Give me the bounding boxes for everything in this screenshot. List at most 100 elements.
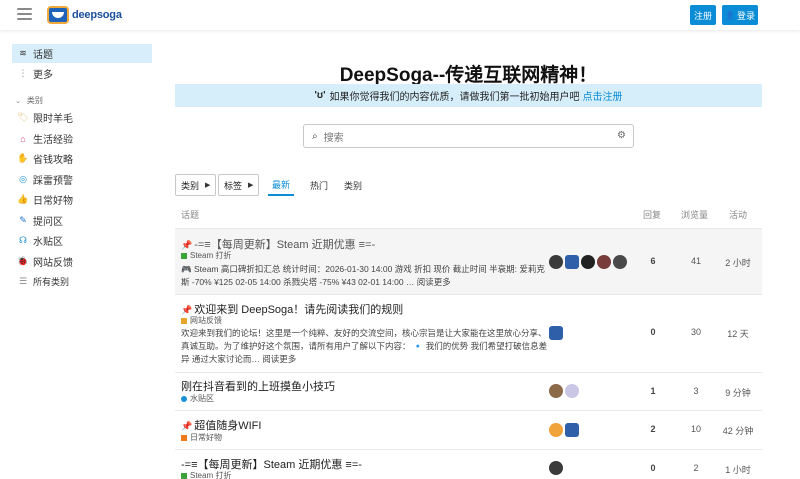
layers-icon: ≋	[19, 48, 27, 58]
topic-category[interactable]: 日常好物	[181, 432, 222, 443]
table-row[interactable]: 📌 -=≡【每周更新】Steam 近期优惠 ≡=- Steam 打折 🎮 Stea…	[175, 229, 762, 294]
table-row[interactable]: -=≡【每周更新】Steam 近期优惠 ≡=- Steam 打折 0 2 1 小…	[175, 450, 762, 479]
bug-icon: 🐞	[17, 256, 29, 266]
category-swatch	[181, 472, 187, 479]
banner-register-link[interactable]: 点击注册	[582, 88, 622, 103]
sidebar-item-category[interactable]: ✎ 提问区	[12, 211, 152, 230]
tags-dropdown-label: 标签	[224, 180, 243, 191]
category-label: 水贴区	[190, 394, 214, 403]
caret-right-icon: ▶	[205, 182, 211, 189]
coupon-icon: 🏷	[17, 112, 29, 122]
sidebar-item-label: 提问区	[33, 217, 63, 228]
search-placeholder: 搜索	[323, 132, 344, 144]
category-swatch	[181, 317, 187, 324]
sidebar-item-all-categories[interactable]: ☰ 所有类别	[12, 272, 152, 291]
avatar[interactable]	[549, 461, 563, 475]
topic-title[interactable]: 刚在抖音看到的上班摸鱼小技巧	[181, 378, 335, 394]
target-icon: ◎	[19, 174, 27, 184]
search-icon: ⌕	[312, 130, 318, 142]
activity-time[interactable]: 1 小时	[721, 463, 755, 476]
avatar[interactable]	[613, 255, 627, 269]
pin-icon: 📌	[181, 421, 193, 431]
sidebar-item-category[interactable]: ◎ 踩雷预警	[12, 170, 152, 189]
sidebar-item-category[interactable]: 👍 日常好物	[12, 190, 152, 209]
table-row[interactable]: 📌 超值随身WIFI 日常好物 2 10 42 分钟	[175, 411, 762, 449]
tab-categories[interactable]: 类别	[344, 174, 362, 196]
signup-button[interactable]: 注册	[690, 5, 716, 25]
user-icon: 👤	[725, 10, 735, 20]
sidebar-item-category[interactable]: ✋ 省钱攻略	[12, 149, 152, 168]
activity-time[interactable]: 9 分钟	[721, 386, 755, 399]
avatar[interactable]	[581, 255, 595, 269]
avatar[interactable]	[549, 384, 563, 398]
topic-excerpt: 🎮 Steam 高口碑折扣汇总 统计时间：2026-01-30 14:00 游戏…	[181, 264, 545, 287]
sidebar-item-topics[interactable]: ≋ 话题	[12, 44, 152, 63]
table-row[interactable]: 📌 欢迎来到 DeepSoga！请先阅读我们的规则 网站反馈 欢迎来到我们的论坛！…	[175, 295, 762, 372]
activity-time[interactable]: 2 小时	[721, 256, 755, 269]
activity-time[interactable]: 42 分钟	[721, 424, 755, 437]
pin-icon: 📌	[181, 305, 193, 315]
column-header-replies: 回复	[643, 210, 662, 220]
site-logo[interactable]: deepsoga	[47, 4, 122, 26]
hamburger-menu-icon[interactable]	[17, 8, 32, 20]
column-header-topic: 话题	[181, 210, 200, 220]
tab-hot[interactable]: 热门	[310, 174, 328, 196]
tags-dropdown[interactable]: 标签 ▶	[218, 174, 260, 196]
topic-category[interactable]: 水贴区	[181, 393, 214, 404]
sidebar: ≋ 话题 ⋮ 更多 ⌄ 类别 🏷 限时羊毛 ⌂ 生活经验 ✋ 省钱攻略 ◎ 踩雷…	[0, 30, 160, 479]
categories-section-toggle[interactable]: ⌄ 类别	[15, 95, 43, 106]
column-header-activity: 活动	[729, 210, 748, 220]
sidebar-item-label: 踩雷预警	[33, 176, 73, 187]
site-header: deepsoga 注册 👤 登录	[0, 0, 800, 30]
sidebar-item-category[interactable]: 🐞 网站反馈	[12, 252, 152, 271]
category-label: Steam 打折	[190, 251, 232, 260]
topic-title-text: 超值随身WIFI	[194, 420, 262, 432]
category-swatch	[181, 395, 187, 402]
banner-title: DeepSoga--传递互联网精神！	[339, 65, 598, 86]
sidebar-item-category[interactable]: 🏷 限时羊毛	[12, 108, 152, 127]
category-dropdown[interactable]: 类别 ▶	[175, 174, 217, 196]
banner-subtitle-text: 如果你觉得我们的内容优质，请做我们第一批初始用户吧	[329, 92, 580, 103]
avatar[interactable]	[565, 255, 579, 269]
avatar[interactable]	[597, 255, 611, 269]
topic-category[interactable]: Steam 打折	[181, 250, 231, 261]
topic-category[interactable]: Steam 打折	[181, 470, 231, 479]
login-button-label: 登录	[736, 10, 755, 21]
topic-category[interactable]: 网站反馈	[181, 315, 222, 326]
avatar[interactable]	[565, 384, 579, 398]
topic-title[interactable]: 📌 超值随身WIFI	[181, 417, 261, 433]
tab-latest[interactable]: 最新	[268, 174, 295, 196]
view-count: 41	[690, 256, 701, 266]
login-button[interactable]: 👤 登录	[722, 5, 758, 25]
avatar[interactable]	[549, 423, 563, 437]
reply-count: 0	[650, 327, 656, 337]
avatar[interactable]	[549, 255, 563, 269]
category-label: 网站反馈	[190, 316, 222, 325]
avatar[interactable]	[549, 326, 563, 340]
category-swatch	[181, 434, 187, 441]
column-header-views: 浏览量	[681, 210, 709, 220]
sliders-icon[interactable]: ⚙	[617, 130, 626, 141]
banner-subtitle: 'ʊ' 如果你觉得我们的内容优质，请做我们第一批初始用户吧 点击注册	[175, 84, 762, 107]
sidebar-item-category[interactable]: ⌂ 生活经验	[12, 129, 152, 148]
pin-icon: 📌	[181, 240, 193, 250]
reply-count: 1	[650, 386, 656, 396]
view-count: 10	[690, 424, 701, 434]
reply-count: 6	[650, 256, 656, 266]
categories-heading: 类别	[26, 96, 43, 105]
table-row[interactable]: 刚在抖音看到的上班摸鱼小技巧 水贴区 1 3 9 分钟	[175, 373, 762, 410]
activity-time[interactable]: 12 天	[721, 327, 755, 340]
view-count: 2	[693, 463, 699, 473]
category-label: 日常好物	[190, 433, 222, 442]
sidebar-item-category[interactable]: ☊ 水贴区	[12, 231, 152, 250]
sidebar-item-more[interactable]: ⋮ 更多	[12, 64, 152, 83]
poster-avatars	[549, 384, 579, 398]
search-input[interactable]: ⌕ 搜索 ⚙	[303, 124, 634, 148]
logo-icon	[47, 6, 69, 24]
chevron-down-icon: ⌄	[15, 97, 21, 105]
view-count: 30	[690, 327, 701, 337]
poster-avatars	[549, 255, 627, 269]
avatar[interactable]	[565, 423, 579, 437]
reply-count: 0	[650, 463, 656, 473]
poster-avatars	[549, 461, 563, 475]
